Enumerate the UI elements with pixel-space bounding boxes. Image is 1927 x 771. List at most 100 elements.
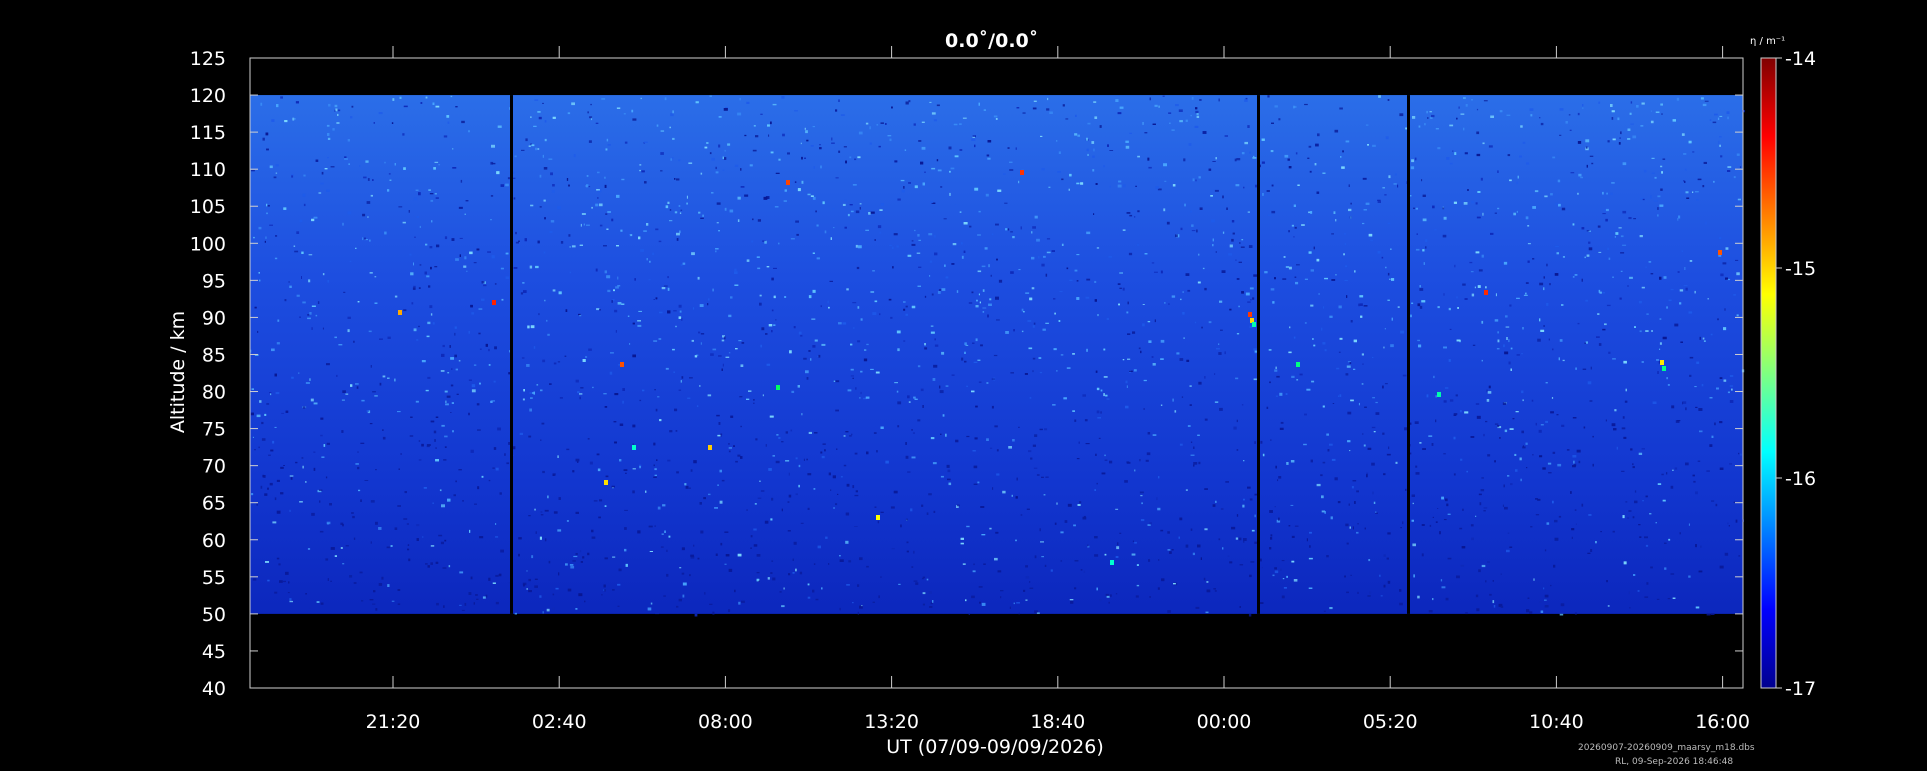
- noise-speck: [1324, 277, 1328, 280]
- noise-speck: [1192, 178, 1195, 182]
- noise-speck: [302, 301, 306, 304]
- noise-speck: [1149, 97, 1151, 101]
- noise-speck: [1620, 270, 1623, 272]
- noise-speck: [1611, 182, 1615, 184]
- noise-speck: [302, 465, 304, 469]
- noise-speck: [1672, 119, 1676, 122]
- noise-speck: [1610, 104, 1613, 107]
- noise-speck: [986, 382, 989, 384]
- noise-speck: [1346, 542, 1349, 545]
- noise-speck: [1367, 144, 1369, 146]
- noise-speck: [1582, 368, 1587, 370]
- noise-speck: [1236, 449, 1239, 451]
- noise-speck: [840, 114, 845, 116]
- noise-speck: [1125, 380, 1128, 384]
- noise-speck: [397, 603, 401, 605]
- noise-speck: [1632, 135, 1637, 139]
- noise-speck: [1238, 305, 1240, 308]
- noise-speck: [1307, 157, 1310, 159]
- noise-speck: [1236, 419, 1238, 423]
- noise-speck: [878, 145, 881, 148]
- noise-speck: [351, 105, 354, 108]
- noise-speck: [1703, 340, 1706, 342]
- noise-speck: [941, 288, 946, 291]
- noise-speck: [416, 524, 420, 527]
- noise-speck: [666, 573, 669, 577]
- noise-speck: [533, 391, 535, 395]
- noise-speck: [810, 358, 812, 361]
- noise-speck: [1740, 606, 1743, 610]
- noise-speck: [639, 169, 641, 172]
- noise-speck: [1204, 528, 1208, 531]
- noise-speck: [801, 413, 803, 416]
- noise-speck: [1612, 358, 1616, 360]
- noise-speck: [1059, 291, 1063, 293]
- noise-speck: [1443, 453, 1446, 455]
- noise-speck: [1160, 529, 1164, 532]
- noise-speck: [922, 576, 926, 579]
- noise-speck: [887, 135, 892, 137]
- noise-speck: [1581, 503, 1584, 507]
- noise-speck: [1239, 564, 1244, 566]
- noise-speck: [1585, 299, 1588, 302]
- noise-speck: [971, 138, 976, 141]
- echo-point: [632, 445, 636, 450]
- noise-speck: [724, 157, 727, 160]
- noise-speck: [616, 245, 619, 247]
- noise-speck: [1628, 591, 1630, 595]
- noise-speck: [857, 611, 859, 615]
- noise-speck: [429, 246, 433, 249]
- noise-speck: [1550, 193, 1553, 196]
- noise-speck: [678, 316, 682, 319]
- noise-speck: [1694, 290, 1696, 294]
- noise-speck: [1670, 573, 1675, 575]
- noise-speck: [1008, 446, 1012, 449]
- noise-speck: [500, 549, 504, 553]
- noise-speck: [1693, 480, 1696, 483]
- noise-speck: [267, 579, 270, 582]
- noise-speck: [905, 313, 908, 316]
- noise-speck: [810, 195, 814, 197]
- noise-speck: [1284, 154, 1289, 158]
- noise-speck: [1253, 378, 1257, 381]
- noise-speck: [1469, 261, 1473, 264]
- noise-speck: [1022, 112, 1026, 114]
- noise-speck: [829, 280, 833, 282]
- noise-speck: [1125, 405, 1129, 409]
- noise-speck: [361, 600, 364, 602]
- noise-speck: [1310, 269, 1314, 272]
- noise-speck: [1688, 311, 1693, 314]
- noise-speck: [469, 529, 471, 533]
- noise-speck: [1185, 119, 1188, 122]
- noise-speck: [778, 158, 781, 161]
- noise-speck: [468, 592, 472, 595]
- noise-speck: [413, 328, 417, 332]
- noise-speck: [658, 338, 662, 340]
- noise-speck: [579, 244, 583, 246]
- noise-speck: [493, 380, 496, 383]
- noise-speck: [1208, 168, 1212, 171]
- noise-speck: [1314, 163, 1317, 166]
- noise-speck: [813, 488, 816, 490]
- noise-speck: [1530, 526, 1533, 528]
- noise-speck: [698, 331, 701, 334]
- noise-speck: [1370, 239, 1374, 242]
- noise-speck: [725, 356, 730, 358]
- noise-speck: [715, 166, 717, 170]
- noise-speck: [430, 199, 434, 202]
- noise-speck: [1542, 467, 1546, 470]
- noise-speck: [838, 322, 842, 325]
- noise-speck: [1610, 192, 1613, 195]
- noise-speck: [688, 487, 691, 489]
- noise-speck: [1253, 348, 1258, 351]
- noise-speck: [1054, 312, 1056, 315]
- noise-speck: [711, 192, 714, 194]
- noise-speck: [1657, 214, 1659, 217]
- noise-speck: [1212, 161, 1216, 162]
- noise-speck: [369, 239, 371, 242]
- noise-speck: [514, 155, 517, 158]
- noise-speck: [587, 438, 590, 440]
- noise-speck: [769, 415, 774, 418]
- noise-speck: [766, 363, 771, 366]
- noise-speck: [960, 537, 964, 540]
